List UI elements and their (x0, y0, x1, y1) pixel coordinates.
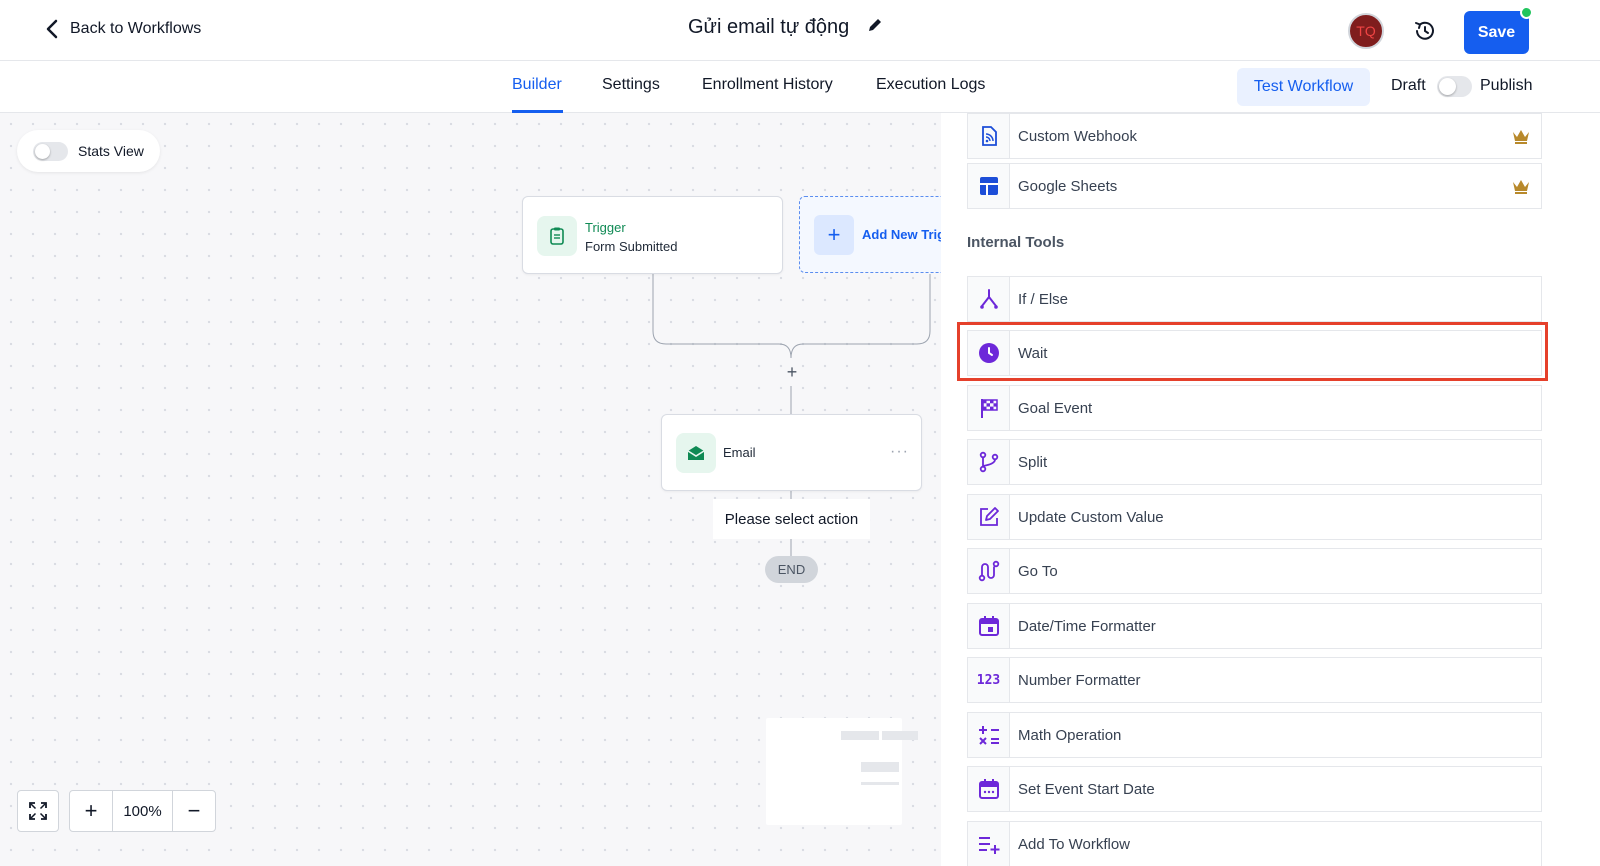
add-step-button[interactable]: + (783, 363, 801, 381)
tab-builder[interactable]: Builder (512, 76, 562, 94)
more-options-icon[interactable]: ··· (890, 443, 909, 461)
split-icon (968, 440, 1010, 484)
action-item-datetime-formatter[interactable]: Date/Time Formatter (967, 603, 1542, 649)
math-icon (968, 713, 1010, 757)
action-item-label: If / Else (1018, 290, 1069, 308)
action-item-google-sheets[interactable]: Google Sheets (967, 163, 1542, 209)
edit-title-icon[interactable] (867, 17, 883, 38)
minimap[interactable] (766, 718, 918, 825)
stats-view-label: Stats View (78, 143, 144, 159)
email-node-label: Email (723, 445, 756, 460)
goto-icon (968, 549, 1010, 593)
add-new-trigger-button[interactable]: + Add New Trigger (799, 196, 941, 273)
calendar-date-icon (968, 767, 1010, 811)
back-to-workflows-link[interactable]: Back to Workflows (44, 18, 201, 40)
action-item-if-else[interactable]: If / Else (967, 276, 1542, 322)
draft-label: Draft (1391, 77, 1426, 94)
wait-highlight-box (957, 322, 1548, 381)
workflow-title-group: Gửi email tự động (688, 16, 883, 39)
plus-icon: + (814, 215, 854, 255)
action-item-math-operation[interactable]: Math Operation (967, 712, 1542, 758)
google-sheets-icon (968, 164, 1010, 208)
internal-tools-heading: Internal Tools (967, 234, 1065, 251)
action-item-go-to[interactable]: Go To (967, 548, 1542, 594)
fit-view-button[interactable] (17, 790, 59, 832)
email-icon (676, 433, 716, 473)
minimap-node (882, 731, 918, 740)
action-item-goal-event[interactable]: Goal Event (967, 385, 1542, 431)
workflow-canvas[interactable]: Stats View Trigger Form Submitted + Add … (0, 113, 941, 866)
crown-icon (1513, 180, 1529, 194)
branch-icon (968, 277, 1010, 321)
action-item-label: Update Custom Value (1018, 508, 1164, 526)
number-icon: 123 (968, 658, 1010, 702)
top-header: Back to Workflows Gửi email tự động TQ S… (0, 0, 1600, 61)
zoom-level: 100% (112, 791, 173, 831)
email-action-node[interactable]: Email ··· (661, 414, 922, 491)
history-icon[interactable] (1413, 19, 1437, 43)
select-action-prompt[interactable]: Please select action (713, 499, 870, 539)
minimap-node (861, 762, 899, 772)
action-item-label: Number Formatter (1018, 671, 1141, 689)
workflow-title: Gửi email tự động (688, 16, 850, 38)
action-item-label: Split (1018, 453, 1048, 471)
action-item-label: Date/Time Formatter (1018, 617, 1156, 635)
tab-execution-logs[interactable]: Execution Logs (876, 76, 985, 94)
action-item-label: Math Operation (1018, 726, 1122, 744)
action-item-split[interactable]: Split (967, 439, 1542, 485)
edit-icon (968, 495, 1010, 539)
action-item-label: Go To (1018, 562, 1058, 580)
action-item-update-custom-value[interactable]: Update Custom Value (967, 494, 1542, 540)
action-item-label: Add To Workflow (1018, 835, 1130, 853)
clipboard-icon (537, 216, 577, 256)
action-item-label: Custom Webhook (1018, 127, 1137, 145)
trigger-title: Trigger (585, 220, 626, 235)
trigger-subtitle: Form Submitted (585, 239, 678, 254)
actions-panel: Custom Webhook Google Sheets Internal To… (941, 113, 1600, 866)
user-avatar[interactable]: TQ (1348, 13, 1384, 49)
expand-icon (29, 802, 47, 820)
tab-enrollment-history[interactable]: Enrollment History (702, 76, 833, 94)
calendar-icon (968, 604, 1010, 648)
action-item-set-event-start-date[interactable]: Set Event Start Date (967, 766, 1542, 812)
tab-settings[interactable]: Settings (602, 76, 660, 94)
back-label: Back to Workflows (70, 20, 202, 37)
publish-label: Publish (1480, 77, 1533, 94)
action-item-custom-webhook[interactable]: Custom Webhook (967, 113, 1542, 159)
zoom-out-button[interactable]: − (173, 791, 215, 831)
trigger-node[interactable]: Trigger Form Submitted (522, 196, 783, 274)
minimap-node (861, 782, 899, 785)
action-item-label: Goal Event (1018, 399, 1093, 417)
avatar-initials: TQ (1356, 23, 1376, 39)
number-icon-text: 123 (976, 672, 1001, 688)
chevron-left-icon (46, 19, 58, 39)
save-button[interactable]: Save (1464, 11, 1529, 54)
tab-bar: Builder Settings Enrollment History Exec… (0, 61, 1600, 113)
action-item-number-formatter[interactable]: 123 Number Formatter (967, 657, 1542, 703)
end-node: END (765, 556, 818, 583)
zoom-in-button[interactable]: + (70, 791, 112, 831)
publish-toggle[interactable] (1437, 76, 1472, 97)
action-item-label: Set Event Start Date (1018, 780, 1155, 798)
test-workflow-button[interactable]: Test Workflow (1237, 68, 1370, 106)
zoom-controls: + 100% − (69, 790, 216, 832)
webhook-icon (968, 114, 1010, 158)
stats-view-toggle[interactable]: Stats View (17, 130, 160, 172)
stats-switch[interactable] (33, 141, 68, 161)
add-trigger-label: Add New Trigger (862, 227, 941, 242)
crown-icon (1513, 130, 1529, 144)
minimap-node (841, 731, 879, 740)
add-list-icon (968, 822, 1010, 866)
status-dot (1520, 6, 1533, 19)
action-item-add-to-workflow[interactable]: Add To Workflow (967, 821, 1542, 866)
action-item-label: Google Sheets (1018, 177, 1118, 195)
checkered-flag-icon (968, 386, 1010, 430)
